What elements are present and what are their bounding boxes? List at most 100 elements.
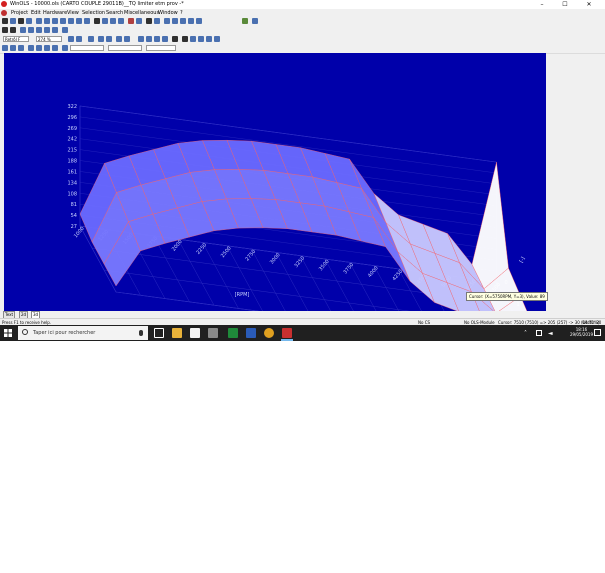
maximize-button[interactable]: ☐ <box>556 0 574 9</box>
home-icon[interactable] <box>146 18 152 24</box>
percent-icon[interactable] <box>172 36 178 42</box>
arrow-up-icon[interactable] <box>36 27 42 33</box>
delta-icon[interactable] <box>182 36 188 42</box>
map-select[interactable] <box>70 45 104 51</box>
width-icon[interactable] <box>88 36 94 42</box>
menu-selection[interactable]: Selection <box>82 9 105 17</box>
arrow-left-icon[interactable] <box>20 27 26 33</box>
map-g-icon[interactable] <box>52 45 58 51</box>
print-icon[interactable] <box>18 18 24 24</box>
arrange-icon[interactable] <box>188 18 194 24</box>
menu-hardware[interactable]: Hardware <box>43 9 67 17</box>
find-icon[interactable] <box>102 18 108 24</box>
sub-icon[interactable] <box>154 36 160 42</box>
export-icon[interactable] <box>94 18 100 24</box>
next-icon[interactable] <box>68 18 74 24</box>
add-icon[interactable] <box>146 36 152 42</box>
map-c-icon[interactable] <box>18 45 24 51</box>
map-select-3[interactable] <box>146 45 176 51</box>
menu-miscellaneous[interactable]: Miscellaneous <box>124 9 159 17</box>
network-icon[interactable] <box>536 330 542 336</box>
map2-icon[interactable] <box>124 36 130 42</box>
key-icon[interactable] <box>242 18 248 24</box>
floor-gridline <box>300 255 337 322</box>
tab-2d[interactable]: 2d <box>19 311 29 318</box>
word-icon[interactable] <box>246 328 256 338</box>
view-dec-icon[interactable] <box>76 36 82 42</box>
store-icon[interactable] <box>190 328 200 338</box>
back-icon[interactable] <box>62 27 68 33</box>
map-3d-view[interactable]: 3222962692422151881611341088154271000125… <box>4 53 546 352</box>
notifications-icon[interactable] <box>594 329 601 336</box>
map-icon[interactable] <box>116 36 122 42</box>
prev-icon[interactable] <box>52 18 58 24</box>
microphone-icon[interactable] <box>139 330 143 336</box>
map-e-icon[interactable] <box>36 45 42 51</box>
minimize-button[interactable]: – <box>533 0 551 9</box>
stop-icon[interactable] <box>60 18 66 24</box>
task-view-icon[interactable] <box>154 328 164 338</box>
taskbar-search[interactable]: Taper ici pour rechercher <box>18 326 148 340</box>
zoom-select[interactable]: 274 % <box>36 36 62 42</box>
map-select-2[interactable] <box>108 45 142 51</box>
windows-start-icon[interactable] <box>4 329 12 337</box>
tab-3d[interactable]: 3d <box>31 311 41 318</box>
dropdown-icon[interactable] <box>196 18 202 24</box>
multiply-icon[interactable] <box>162 36 168 42</box>
app-menu-icon[interactable] <box>1 10 7 16</box>
cascade-icon[interactable] <box>180 18 186 24</box>
map-b-icon[interactable] <box>10 45 16 51</box>
help-icon[interactable] <box>252 18 258 24</box>
sign-icon[interactable] <box>98 36 104 42</box>
minus-icon[interactable] <box>198 36 204 42</box>
volume-icon[interactable]: ◄ <box>548 330 553 337</box>
z-tick-label: 54 <box>71 213 77 219</box>
tray-chevron-icon[interactable]: ˄ <box>524 330 527 337</box>
map-d-icon[interactable] <box>28 45 34 51</box>
first-icon[interactable] <box>36 18 42 24</box>
menu-project[interactable]: Project <box>11 9 28 17</box>
info-icon[interactable] <box>214 36 220 42</box>
open-icon[interactable] <box>10 18 16 24</box>
winols-taskbar-icon[interactable] <box>282 328 292 338</box>
next-page-icon[interactable] <box>76 18 82 24</box>
undo-icon[interactable] <box>128 18 134 24</box>
chrome-icon[interactable] <box>264 328 274 338</box>
new-file-icon[interactable] <box>2 18 8 24</box>
copy-icon[interactable] <box>10 27 16 33</box>
menu-window[interactable]: Window <box>158 9 178 17</box>
save-icon[interactable] <box>26 18 32 24</box>
menu-search[interactable]: Search <box>106 9 123 17</box>
equal-icon[interactable] <box>206 36 212 42</box>
redo-icon[interactable] <box>136 18 142 24</box>
view-hex-icon[interactable] <box>68 36 74 42</box>
menu-view[interactable]: View <box>67 9 79 17</box>
arrow-down-icon[interactable] <box>44 27 50 33</box>
map-h-icon[interactable] <box>62 45 68 51</box>
connect-icon[interactable] <box>154 18 160 24</box>
plus-icon[interactable] <box>190 36 196 42</box>
tab-text[interactable]: Text <box>3 311 16 318</box>
menu-edit[interactable]: Edit <box>31 9 41 17</box>
windows-icon[interactable] <box>164 18 170 24</box>
set-icon[interactable] <box>138 36 144 42</box>
arrow-right-icon[interactable] <box>28 27 34 33</box>
compare-icon[interactable] <box>118 18 124 24</box>
tile-icon[interactable] <box>172 18 178 24</box>
close-button[interactable]: ✕ <box>580 0 598 9</box>
surface-chart[interactable]: 3222962692422151881611341088154271000125… <box>4 53 546 352</box>
table-icon[interactable] <box>110 18 116 24</box>
excel-icon[interactable] <box>228 328 238 338</box>
mode-select[interactable]: Retrôl F <box>3 36 29 42</box>
calculator-icon[interactable] <box>208 328 218 338</box>
grid-icon[interactable] <box>52 27 58 33</box>
map-a-icon[interactable] <box>2 45 8 51</box>
prev-page-icon[interactable] <box>44 18 50 24</box>
last-icon[interactable] <box>84 18 90 24</box>
bits-icon[interactable] <box>106 36 112 42</box>
map-f-icon[interactable] <box>44 45 50 51</box>
file-explorer-icon[interactable] <box>172 328 182 338</box>
menu-help[interactable]: ? <box>180 9 183 17</box>
cut-icon[interactable] <box>2 27 8 33</box>
taskbar-clock[interactable]: 18:16 29/05/2019 <box>570 327 593 337</box>
